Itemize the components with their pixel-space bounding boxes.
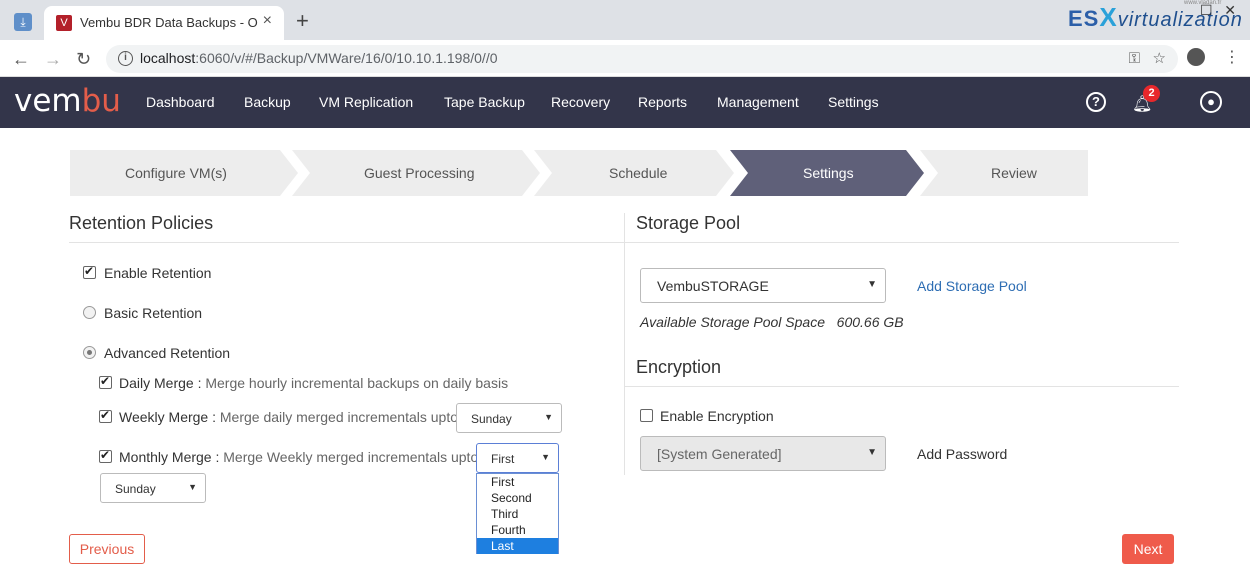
browser-tabstrip: ⤓ V Vembu BDR Data Backups - Onli × + ES…	[0, 0, 1250, 40]
url-text: localhost:6060/v/#/Backup/VMWare/16/0/10…	[140, 50, 498, 66]
enable-encryption-label: Enable Encryption	[660, 408, 774, 424]
basic-retention-label: Basic Retention	[104, 305, 203, 321]
add-password-link[interactable]: Add Password	[917, 446, 1007, 462]
weekly-day-select[interactable]: Sunday ▼	[456, 403, 562, 433]
step-label-guest: Guest Processing	[364, 165, 475, 181]
chevron-down-icon: ▼	[867, 279, 877, 290]
week-option-last[interactable]: Last	[477, 538, 558, 554]
nav-tape-backup[interactable]: Tape Backup	[444, 94, 525, 110]
week-option-first[interactable]: First	[477, 474, 558, 490]
week-option-fourth[interactable]: Fourth	[477, 522, 558, 538]
chevron-down-icon: ▼	[867, 447, 877, 458]
app-header: vembu Dashboard Backup VM Replication Ta…	[0, 77, 1250, 128]
browser-tab[interactable]: V Vembu BDR Data Backups - Onli ×	[44, 6, 284, 40]
new-tab-icon[interactable]: +	[296, 8, 309, 34]
weekly-merge-label: Weekly Merge : Merge daily merged increm…	[119, 409, 459, 425]
storage-divider	[625, 242, 1179, 243]
add-storage-pool-link[interactable]: Add Storage Pool	[917, 278, 1027, 294]
vembu-logo[interactable]: vembu	[14, 83, 121, 119]
encryption-title: Encryption	[636, 357, 722, 377]
advanced-retention-radio[interactable]	[83, 346, 96, 359]
encryption-divider	[625, 386, 1179, 387]
week-option-second[interactable]: Second	[477, 490, 558, 506]
nav-settings[interactable]: Settings	[828, 94, 879, 110]
account-icon[interactable]	[1187, 48, 1205, 66]
previous-button[interactable]: Previous	[69, 534, 145, 564]
monthly-day-select[interactable]: Sunday ▼	[100, 473, 206, 503]
monthly-merge-checkbox[interactable]	[99, 448, 112, 463]
nav-vm-replication[interactable]: VM Replication	[319, 94, 413, 110]
column-divider	[624, 213, 625, 475]
encryption-key-value: [System Generated]	[657, 446, 782, 462]
chevron-down-icon: ▼	[544, 412, 553, 422]
url-input[interactable]: i localhost:6060/v/#/Backup/VMWare/16/0/…	[106, 45, 1178, 73]
chevron-down-icon: ▼	[541, 452, 550, 462]
nav-recovery[interactable]: Recovery	[551, 94, 610, 110]
step-label-configure: Configure VM(s)	[125, 165, 227, 181]
monthly-day-value: Sunday	[115, 482, 156, 496]
address-bar: ← → ↻ i localhost:6060/v/#/Backup/VMWare…	[0, 40, 1250, 77]
step-label-schedule: Schedule	[609, 165, 668, 181]
encryption-key-select[interactable]: [System Generated] ▼	[640, 436, 886, 471]
storage-pool-value: VembuSTORAGE	[657, 278, 769, 294]
nav-reports[interactable]: Reports	[638, 94, 687, 110]
week-options-dropdown: First Second Third Fourth Last	[476, 473, 559, 554]
notification-badge: 2	[1143, 85, 1160, 102]
advanced-retention-label: Advanced Retention	[104, 345, 231, 361]
retention-divider	[69, 242, 624, 243]
bookmark-star-icon[interactable]: ⚿ ☆	[1129, 49, 1166, 67]
monthly-merge-label: Monthly Merge : Merge Weekly merged incr…	[119, 449, 479, 465]
available-space: Available Storage Pool Space 600.66 GB	[640, 314, 904, 330]
site-info-icon[interactable]: i	[118, 51, 133, 66]
step-label-settings: Settings	[803, 165, 854, 181]
daily-merge-checkbox[interactable]	[99, 374, 112, 389]
enable-encryption-checkbox[interactable]	[640, 409, 653, 422]
enable-retention-label: Enable Retention	[104, 265, 212, 281]
browser-menu-icon[interactable]: ⋮	[1224, 47, 1240, 67]
vembu-favicon: V	[56, 15, 72, 31]
tab-title: Vembu BDR Data Backups - Onli	[80, 15, 258, 30]
download-icon[interactable]: ⤓	[14, 13, 32, 31]
basic-retention-radio[interactable]	[83, 306, 96, 319]
nav-backup[interactable]: Backup	[244, 94, 291, 110]
user-icon[interactable]: ●	[1200, 91, 1222, 113]
week-option-third[interactable]: Third	[477, 506, 558, 522]
forward-icon[interactable]: →	[44, 49, 62, 70]
monthly-week-select[interactable]: First ▼	[476, 443, 559, 473]
chevron-down-icon: ▼	[188, 482, 197, 492]
retention-title: Retention Policies	[69, 213, 214, 233]
weekly-merge-checkbox[interactable]	[99, 408, 112, 423]
weekly-day-value: Sunday	[471, 412, 512, 426]
storage-pool-title: Storage Pool	[636, 213, 741, 233]
storage-pool-select[interactable]: VembuSTORAGE ▼	[640, 268, 886, 303]
back-icon[interactable]: ←	[12, 49, 30, 70]
enable-retention-checkbox[interactable]	[83, 264, 96, 279]
tab-close-icon[interactable]: ×	[263, 12, 272, 30]
help-icon[interactable]: ?	[1086, 92, 1106, 112]
nav-management[interactable]: Management	[717, 94, 799, 110]
window-controls[interactable]: ☐ ✕	[1200, 2, 1236, 19]
next-button[interactable]: Next	[1122, 534, 1174, 564]
step-label-review: Review	[991, 165, 1037, 181]
nav-dashboard[interactable]: Dashboard	[146, 94, 215, 110]
daily-merge-label: Daily Merge : Merge hourly incremental b…	[119, 375, 509, 391]
reload-icon[interactable]: ↻	[76, 49, 91, 70]
monthly-week-value: First	[491, 452, 515, 466]
